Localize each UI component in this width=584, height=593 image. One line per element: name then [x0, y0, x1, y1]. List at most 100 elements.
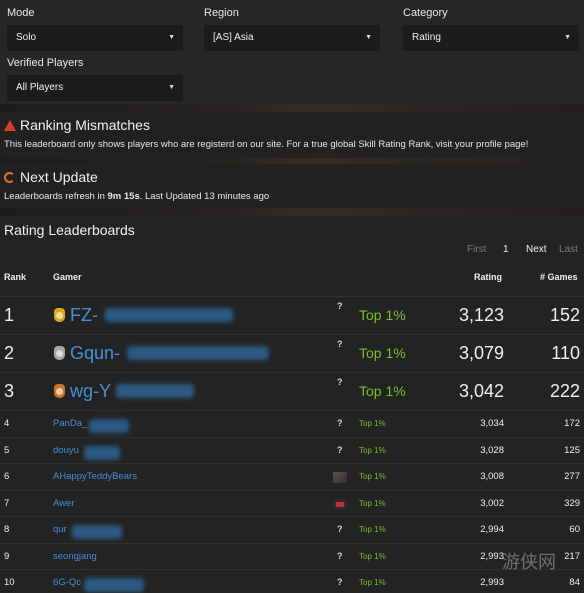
last-page-link[interactable]: Last: [559, 244, 578, 255]
games-count: 110: [551, 343, 580, 363]
ranking-mismatch-notice: Ranking Mismatches This leaderboard only…: [0, 112, 584, 158]
row-divider: [0, 410, 584, 411]
percentile-badge: Top 1%: [359, 345, 406, 361]
percentile-badge: Top 1%: [359, 419, 386, 428]
redacted-name-blur: [127, 346, 269, 360]
profile-badge-icon[interactable]: [333, 472, 347, 483]
rank-number: 3: [4, 381, 15, 401]
verified-select[interactable]: All Players ▼: [7, 75, 183, 101]
notice-text: This leaderboard only shows players who …: [4, 139, 529, 150]
rank-number: 5: [4, 444, 10, 456]
redacted-name-blur: [83, 445, 120, 460]
table-row[interactable]: 10 6G-Qc? Top 1% 2,993 84: [0, 569, 584, 593]
rank-number: 1: [4, 305, 15, 325]
gamer-name-link[interactable]: Gqun-: [70, 343, 120, 364]
table-row[interactable]: 1 FZ-? Top 1% 3,123 152: [0, 296, 584, 334]
category-select[interactable]: Rating ▼: [403, 25, 579, 51]
platform-unknown-icon: ?: [337, 377, 343, 387]
gamer-name-link[interactable]: wg-Y: [70, 381, 111, 402]
platform-unknown-icon: ?: [337, 339, 343, 349]
gamer-name-link[interactable]: PanDa_: [53, 418, 87, 429]
row-divider: [0, 542, 584, 544]
watermark: 游侠网: [502, 552, 556, 573]
rating-value: 3,079: [458, 343, 504, 363]
table-row[interactable]: 7 Awer Top 1% 3,002 329: [0, 489, 584, 516]
filter-panel: Mode Solo ▼ Region [AS] Asia ▼ Category …: [0, 0, 584, 104]
medal-icon: [54, 384, 65, 398]
redacted-name-blur: [83, 578, 144, 592]
redacted-name-blur: [89, 419, 130, 433]
platform-unknown-icon: ?: [337, 577, 343, 587]
table-row[interactable]: 9 seongjang? Top 1% 2,993 217: [0, 542, 584, 569]
next-page-link[interactable]: Next: [526, 244, 547, 255]
percentile-badge: Top 1%: [359, 551, 386, 561]
games-count: 217: [564, 550, 580, 562]
rating-value: 2,994: [480, 524, 504, 535]
games-count: 222: [549, 381, 580, 401]
youtube-icon[interactable]: [333, 498, 347, 510]
games-count: 277: [564, 471, 580, 482]
gamer-name-link[interactable]: AHappyTeddyBears: [53, 471, 137, 482]
row-divider: [0, 372, 584, 373]
percentile-badge: Top 1%: [359, 445, 386, 455]
rating-value: 2,993: [480, 550, 504, 562]
warning-icon: [4, 120, 16, 131]
games-count: 172: [564, 418, 580, 429]
gamer-name-link[interactable]: Awer: [53, 498, 74, 509]
games-count: 84: [569, 577, 580, 588]
row-divider: [0, 334, 584, 335]
rank-number: 4: [4, 418, 10, 429]
games-count: 152: [549, 305, 580, 325]
verified-label: Verified Players: [7, 57, 84, 69]
mode-label: Mode: [7, 7, 35, 19]
gamer-name-link[interactable]: douyu: [53, 445, 79, 456]
table-row[interactable]: 4 PanDa_? Top 1% 3,034 172: [0, 410, 584, 436]
row-divider: [0, 296, 584, 297]
mode-select[interactable]: Solo ▼: [7, 25, 183, 51]
update-countdown: 9m 15s: [107, 191, 140, 202]
rating-value: 3,042: [458, 381, 504, 401]
redacted-name-blur: [116, 384, 194, 398]
row-divider: [0, 489, 584, 491]
platform-unknown-icon: ?: [337, 524, 343, 534]
gamer-name-link[interactable]: seongjang: [53, 551, 97, 562]
chevron-down-icon: ▼: [168, 84, 175, 91]
chevron-down-icon: ▼: [365, 34, 372, 41]
chevron-down-icon: ▼: [168, 34, 175, 41]
rank-number: 10: [4, 577, 15, 588]
rating-value: 3,123: [458, 305, 504, 325]
medal-icon: [54, 346, 65, 360]
category-label: Category: [403, 7, 448, 19]
table-row[interactable]: 3 wg-Y? Top 1% 3,042 222: [0, 372, 584, 410]
table-row[interactable]: 8 qur? Top 1% 2,994 60: [0, 516, 584, 542]
header-gamer: Gamer: [53, 272, 82, 282]
category-select-value: Rating: [412, 32, 441, 43]
row-divider: [0, 436, 584, 438]
gamer-name-link[interactable]: FZ-: [70, 305, 98, 326]
rating-value: 2,993: [480, 577, 504, 588]
percentile-badge: Top 1%: [359, 472, 386, 481]
table-row[interactable]: 5 douyu? Top 1% 3,028 125: [0, 436, 584, 463]
chevron-down-icon: ▼: [564, 34, 571, 41]
rating-value: 3,002: [480, 497, 504, 509]
row-divider: [0, 516, 584, 517]
rank-number: 9: [4, 550, 10, 562]
update-text: Leaderboards refresh in 9m 15s. Last Upd…: [4, 191, 270, 202]
region-select[interactable]: [AS] Asia ▼: [204, 25, 380, 51]
platform-unknown-icon: ?: [337, 550, 343, 561]
current-page[interactable]: 1: [503, 244, 509, 255]
gamer-name-link[interactable]: 6G-Qc: [53, 577, 81, 588]
rank-number: 8: [4, 524, 10, 535]
header-rating: Rating: [474, 272, 502, 282]
table-row[interactable]: 6 AHappyTeddyBears Top 1% 3,008 277: [0, 463, 584, 489]
leaderboard-title: Rating Leaderboards: [4, 222, 135, 238]
refresh-icon: [4, 172, 15, 183]
games-count: 60: [569, 524, 580, 535]
mode-select-value: Solo: [16, 32, 37, 43]
first-page-link[interactable]: First: [467, 244, 486, 255]
platform-unknown-icon: ?: [337, 418, 343, 428]
table-row[interactable]: 2 Gqun-? Top 1% 3,079 110: [0, 334, 584, 372]
rating-value: 3,028: [480, 444, 504, 456]
gamer-name-link[interactable]: qur: [53, 524, 67, 535]
notice-title: Ranking Mismatches: [20, 117, 150, 133]
